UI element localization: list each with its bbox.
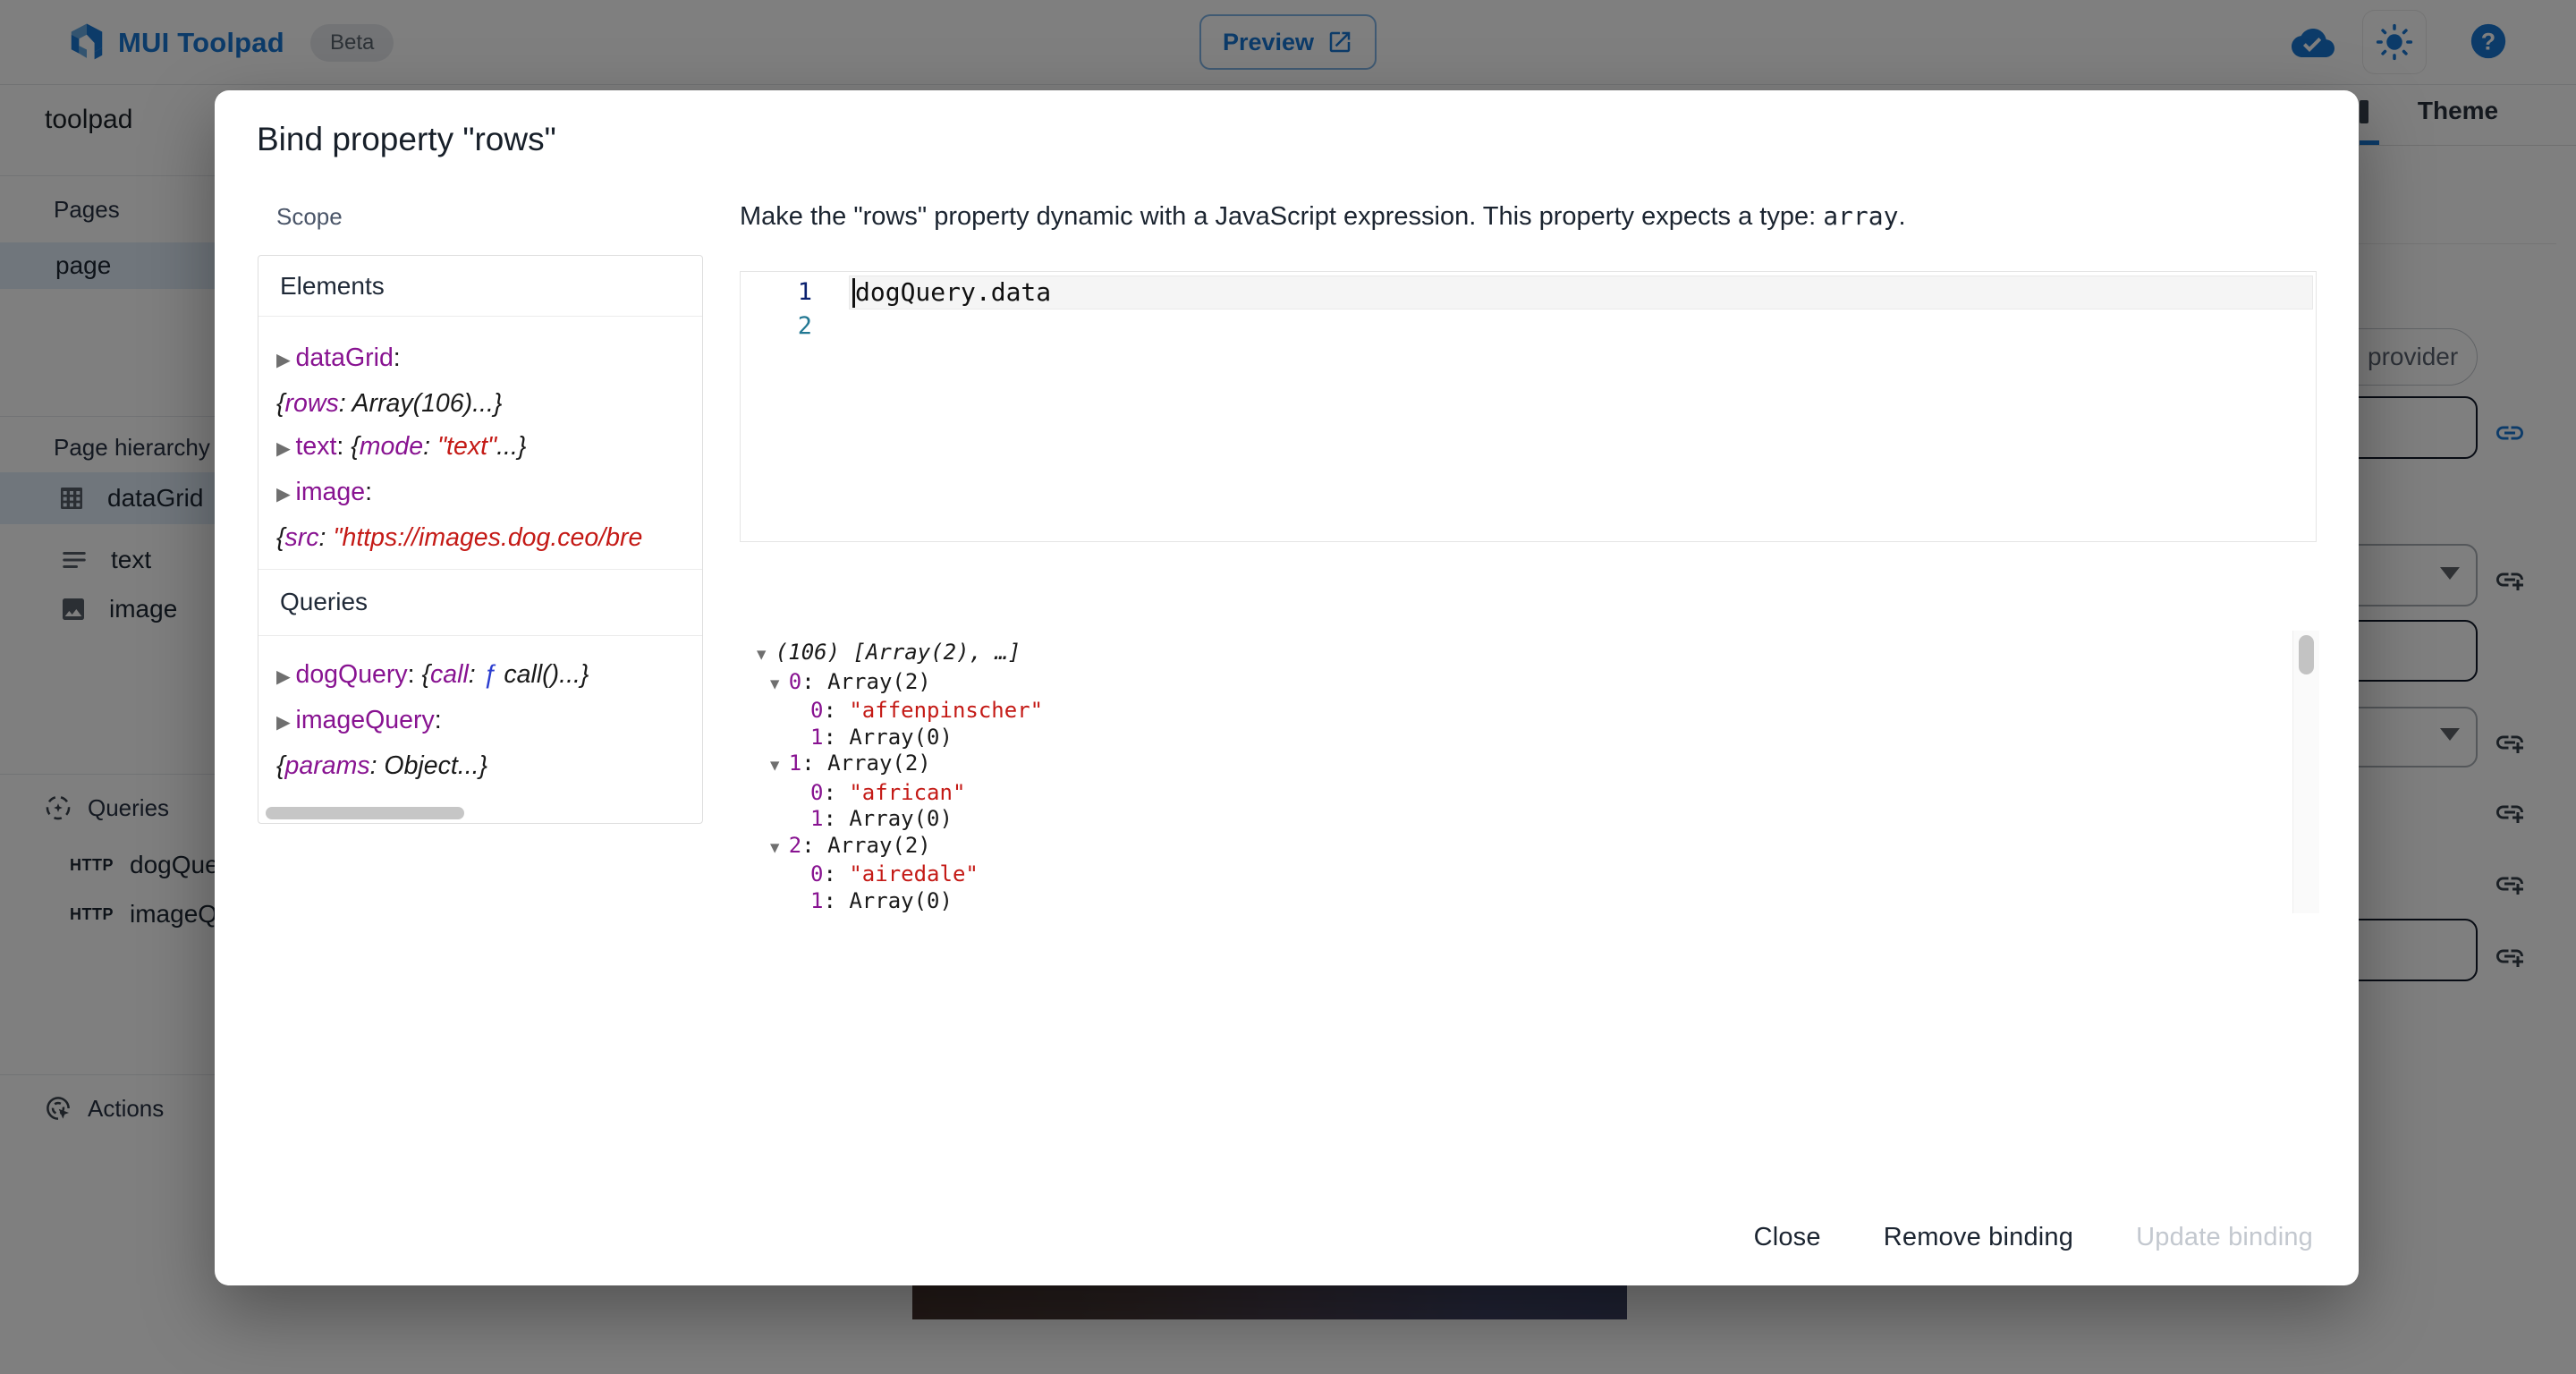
bind-property-dialog: Bind property "rows" Scope Elements ▶ da…: [215, 90, 2359, 1285]
scope-panel: Elements ▶ dataGrid: {rows: Array(106)..…: [258, 255, 703, 824]
expected-type: array: [1823, 201, 1898, 231]
result-row[interactable]: 1: Array(0): [748, 806, 2319, 833]
expand-arrow-icon[interactable]: ▼: [770, 675, 789, 693]
line-number: 1: [741, 276, 812, 310]
scope-label: Scope: [276, 203, 343, 231]
remove-binding-button[interactable]: Remove binding: [1869, 1210, 2088, 1265]
dialog-title: Bind property "rows": [257, 121, 556, 158]
result-row[interactable]: 0: "african": [748, 780, 2319, 807]
result-row[interactable]: 1: Array(0): [748, 888, 2319, 914]
scrollbar-thumb[interactable]: [2299, 635, 2314, 674]
queries-header: Queries: [258, 570, 702, 634]
divider: [258, 635, 702, 636]
result-row[interactable]: 0: "airedale": [748, 861, 2319, 888]
horizontal-scrollbar[interactable]: [266, 807, 464, 819]
dialog-footer: Close Remove binding Update binding: [215, 1210, 2327, 1265]
tree-line[interactable]: ▶ image:: [276, 471, 686, 516]
result-row[interactable]: 1: Array(0): [748, 725, 2319, 751]
result-row[interactable]: ▼ (106) [Array(2), …]: [748, 640, 2319, 669]
tree-line[interactable]: ▶ text: {mode: "text"...}: [276, 425, 686, 471]
tree-line[interactable]: ▶ dataGrid:: [276, 336, 686, 382]
tree-line[interactable]: {rows: Array(106)...}: [276, 382, 686, 425]
result-row[interactable]: ▼ 0: Array(2): [748, 669, 2319, 699]
result-row[interactable]: ▼ 1: Array(2): [748, 751, 2319, 780]
tree-line[interactable]: ▶ dogQuery: {call: ƒ call()...}: [276, 653, 686, 699]
line-number: 2: [741, 310, 812, 344]
evaluation-result-tree[interactable]: ▼ (106) [Array(2), …]▼ 0: Array(2)0: "af…: [748, 631, 2319, 913]
result-row[interactable]: 0: "affenpinscher": [748, 698, 2319, 725]
queries-tree[interactable]: ▶ dogQuery: {call: ƒ call()...}▶ imageQu…: [276, 653, 686, 787]
expand-arrow-icon[interactable]: ▼: [770, 839, 789, 857]
tree-line[interactable]: {src: "https://images.dog.ceo/bre: [276, 516, 686, 559]
tree-line[interactable]: {params: Object...}: [276, 744, 686, 787]
js-expression-editor[interactable]: 1 2 dogQuery.data: [740, 271, 2317, 542]
result-row[interactable]: ▼ 2: Array(2): [748, 833, 2319, 862]
close-button[interactable]: Close: [1740, 1210, 1835, 1265]
expand-arrow-icon[interactable]: ▼: [770, 757, 789, 775]
expand-arrow-icon[interactable]: ▼: [757, 646, 775, 664]
elements-tree[interactable]: ▶ dataGrid: {rows: Array(106)...}▶ text:…: [276, 336, 686, 562]
update-binding-button[interactable]: Update binding: [2122, 1210, 2327, 1265]
elements-header: Elements: [258, 256, 702, 316]
divider: [258, 316, 702, 317]
vertical-scrollbar[interactable]: [2292, 631, 2319, 913]
dialog-description: Make the "rows" property dynamic with a …: [740, 201, 2260, 232]
tree-line[interactable]: ▶ imageQuery:: [276, 699, 686, 744]
active-line-highlight: [849, 276, 2313, 310]
expression-code: dogQuery.data: [855, 276, 1051, 310]
